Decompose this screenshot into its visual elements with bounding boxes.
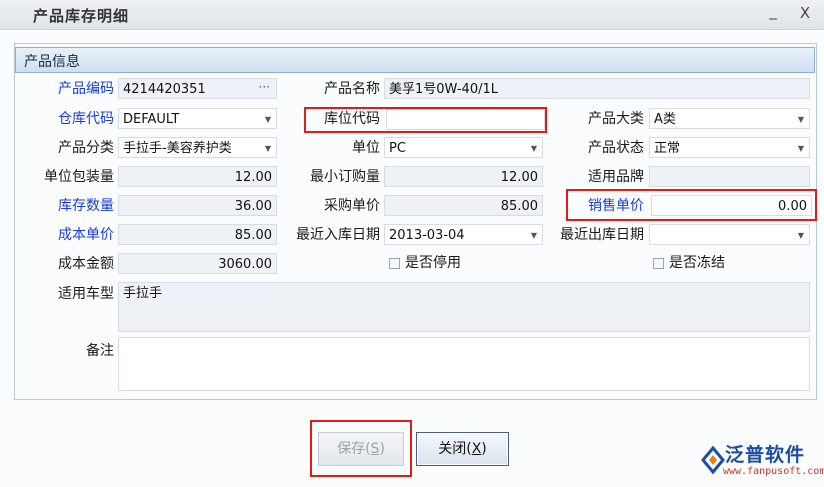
last-in-date-select[interactable]: 2013-03-04 ▼	[384, 224, 543, 245]
product-name-field[interactable]: 美孚1号0W-40/1L	[384, 78, 810, 99]
remark-textarea[interactable]	[118, 337, 810, 391]
unit-pack-qty-label: 单位包装量	[44, 169, 114, 185]
minimize-button[interactable]: _	[764, 2, 782, 20]
applicable-brand-field[interactable]	[649, 166, 810, 187]
chevron-down-icon[interactable]: ▼	[265, 138, 271, 157]
min-order-qty-label: 最小订购量	[310, 169, 380, 185]
product-name-label: 产品名称	[324, 81, 380, 97]
chevron-down-icon[interactable]: ▼	[531, 225, 537, 244]
location-code-label: 库位代码	[324, 111, 380, 127]
product-status-select[interactable]: 正常 ▼	[649, 137, 810, 158]
is-disabled-label: 是否停用	[405, 255, 461, 271]
cost-price-label: 成本单价	[58, 227, 114, 243]
applicable-brand-label: 适用品牌	[588, 169, 644, 185]
close-button-suffix: )	[481, 441, 487, 457]
unit-value: PC	[389, 141, 406, 156]
unit-label: 单位	[352, 140, 380, 156]
save-button-suffix: )	[379, 441, 385, 457]
applicable-model-field[interactable]: 手拉手	[118, 282, 810, 332]
product-classification-label: 产品分类	[58, 140, 114, 156]
chevron-down-icon[interactable]: ▼	[798, 225, 804, 244]
cost-amount-label: 成本金额	[58, 256, 114, 272]
window-title: 产品库存明细	[33, 7, 130, 25]
is-disabled-checkbox[interactable]	[389, 258, 400, 269]
title-bar[interactable]: 产品库存明细 _ X	[0, 0, 824, 30]
purchase-price-label: 采购单价	[324, 198, 380, 214]
stock-qty-label: 库存数量	[58, 198, 114, 214]
save-button-label: 保存(	[337, 441, 371, 457]
purchase-price-field[interactable]: 85.00	[384, 195, 543, 216]
product-code-value: 4214420351	[123, 82, 206, 97]
warehouse-code-select[interactable]: DEFAULT ▼	[118, 108, 277, 129]
warehouse-code-label: 仓库代码	[58, 111, 114, 127]
product-stock-detail-window: 产品库存明细 _ X 产品信息 产品编码 4214420351 ··· 产品名称…	[0, 0, 824, 487]
product-category-main-select[interactable]: A类 ▼	[649, 108, 810, 129]
min-order-qty-field[interactable]: 12.00	[384, 166, 543, 187]
lookup-icon[interactable]: ···	[259, 79, 270, 98]
product-code-field[interactable]: 4214420351 ···	[118, 78, 277, 99]
product-category-main-value: A类	[654, 112, 676, 127]
product-classification-value: 手拉手-美容养护类	[123, 141, 232, 156]
last-in-date-value: 2013-03-04	[389, 228, 465, 243]
sale-price-input[interactable]: 0.00	[651, 195, 812, 216]
close-shortcut-key: X	[471, 441, 482, 457]
logo-url: www.fanpusoft.com	[723, 466, 824, 477]
product-code-label: 产品编码	[58, 81, 114, 97]
location-code-input[interactable]	[386, 109, 545, 130]
remark-label: 备注	[86, 343, 114, 359]
close-button[interactable]: 关闭(X)	[416, 432, 509, 466]
sale-price-label: 销售单价	[588, 198, 644, 214]
last-in-date-label: 最近入库日期	[296, 227, 380, 243]
chevron-down-icon[interactable]: ▼	[265, 109, 271, 128]
is-frozen-label: 是否冻结	[669, 255, 725, 271]
logo-name: 泛普软件	[725, 444, 806, 466]
chevron-down-icon[interactable]: ▼	[531, 138, 537, 157]
section-header: 产品信息	[15, 47, 815, 73]
cost-amount-field[interactable]: 3060.00	[118, 253, 277, 274]
product-status-label: 产品状态	[588, 140, 644, 156]
cost-price-field[interactable]: 85.00	[118, 224, 277, 245]
product-classification-select[interactable]: 手拉手-美容养护类 ▼	[118, 137, 277, 158]
chevron-down-icon[interactable]: ▼	[798, 109, 804, 128]
applicable-model-label: 适用车型	[58, 286, 114, 302]
save-button[interactable]: 保存(S)	[318, 432, 404, 466]
close-window-button[interactable]: X	[796, 4, 814, 22]
chevron-down-icon[interactable]: ▼	[798, 138, 804, 157]
unit-pack-qty-field[interactable]: 12.00	[118, 166, 277, 187]
warehouse-code-value: DEFAULT	[123, 112, 180, 127]
last-out-date-label: 最近出库日期	[560, 227, 644, 243]
last-out-date-select[interactable]: ▼	[649, 224, 810, 245]
close-button-label: 关闭(	[438, 441, 472, 457]
product-category-main-label: 产品大类	[588, 111, 644, 127]
stock-qty-field[interactable]: 36.00	[118, 195, 277, 216]
unit-select[interactable]: PC ▼	[384, 137, 543, 158]
section-title: 产品信息	[24, 54, 80, 70]
is-frozen-checkbox[interactable]	[653, 258, 664, 269]
product-status-value: 正常	[654, 141, 681, 156]
